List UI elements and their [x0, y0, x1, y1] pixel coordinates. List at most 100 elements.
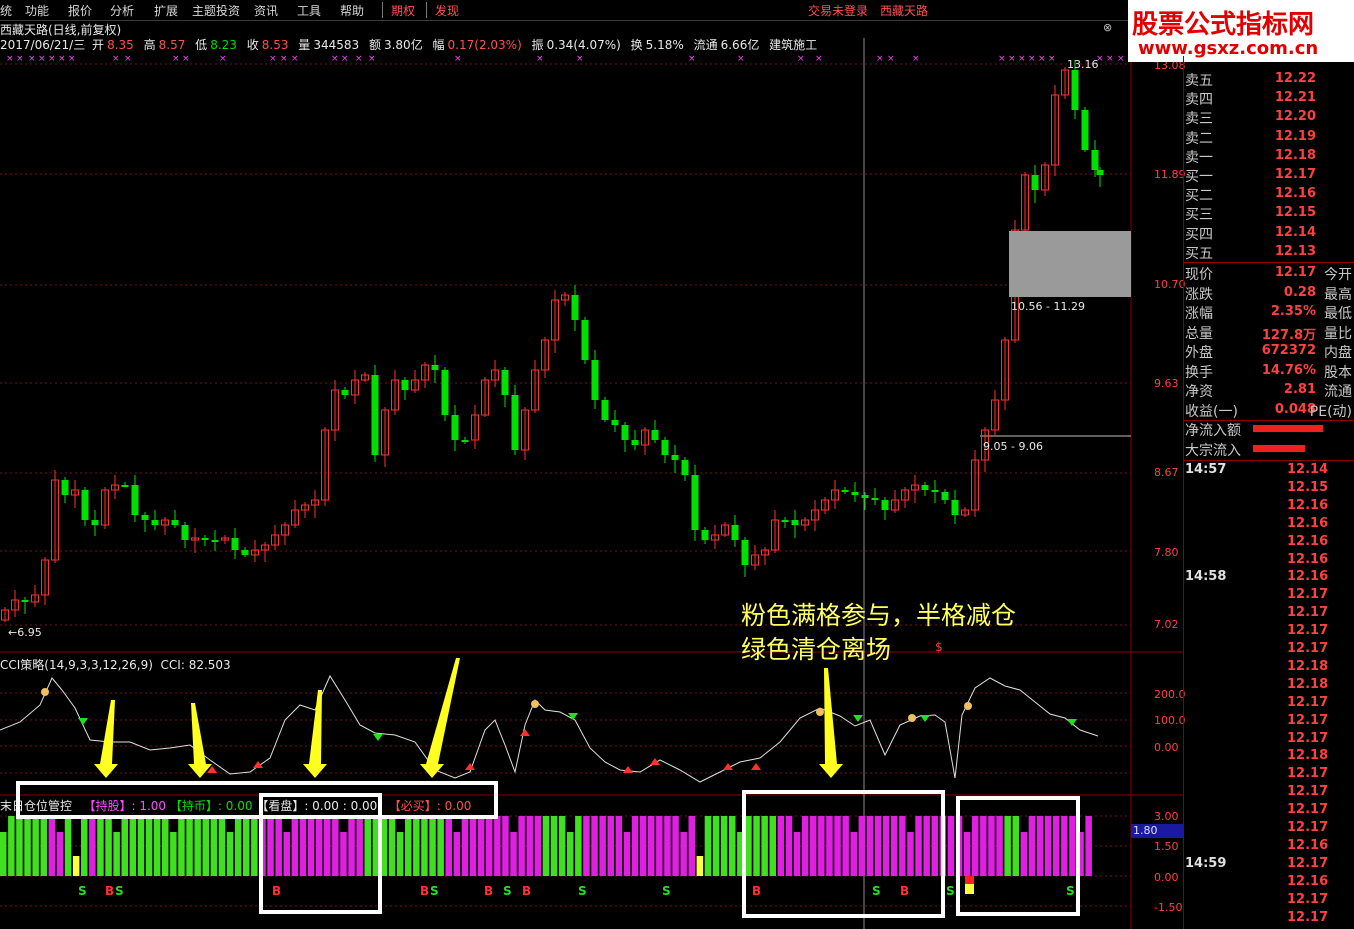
position-bar: [186, 816, 193, 876]
buy-signal: B: [420, 884, 429, 898]
stat-extra-label: 今开: [1324, 267, 1352, 283]
tick-row: 12.16: [1183, 516, 1354, 534]
candle-down: [871, 498, 879, 500]
tick-price: 12.17: [1287, 712, 1329, 728]
signal-marker: ×: [172, 54, 180, 64]
bid-row[interactable]: 买三 12.15: [1183, 204, 1354, 223]
order-level-label: 买二: [1185, 188, 1213, 205]
position-bar: [607, 816, 614, 876]
signal-marker: ×: [876, 54, 884, 64]
signal-marker: ×: [688, 54, 696, 64]
cci-tick: 100.0: [1154, 714, 1186, 727]
candle-down: [151, 520, 159, 525]
position-bar: [1085, 816, 1092, 876]
position-bar: [550, 816, 558, 876]
position-bar: [56, 832, 64, 876]
position-bar: [89, 816, 96, 876]
stat-value: 127.8万: [1261, 327, 1316, 343]
position-bar: [437, 816, 444, 876]
hand-icon: [531, 700, 539, 708]
low-price-label: ←6.95: [8, 626, 42, 639]
position-bar: [226, 832, 234, 876]
tick-price: 12.16: [1287, 551, 1329, 567]
signal-marker: ×: [737, 54, 745, 64]
tick-row: 12.17: [1183, 892, 1354, 910]
ask-row[interactable]: 卖二 12.19: [1183, 128, 1354, 147]
ask-row[interactable]: 卖五 12.22: [1183, 70, 1354, 89]
candle-down: [131, 485, 139, 515]
tick-price: 12.17: [1287, 641, 1329, 656]
position-bar: [542, 816, 550, 876]
bid-row[interactable]: 买二 12.16: [1183, 185, 1354, 204]
annotation-box-2: [742, 790, 945, 918]
position-bar: [429, 816, 436, 876]
tick-price: 12.17: [1287, 802, 1329, 818]
stat-extra-label: PE(动): [1309, 403, 1352, 420]
signal-marker: ×: [182, 54, 190, 64]
tick-row: 12.17: [1183, 605, 1354, 623]
annotation-box-1: [259, 793, 382, 914]
signal-marker: ×: [1008, 54, 1016, 64]
order-price: 12.19: [1274, 128, 1316, 144]
candle-down: [631, 440, 639, 445]
flow-label: 大宗流入: [1185, 442, 1241, 459]
signal-marker: ×: [368, 54, 376, 64]
price-tick: 7.80: [1154, 546, 1179, 559]
annotation-arrow-icon: [420, 658, 460, 778]
position-bar: [656, 816, 663, 876]
candle-down: [741, 540, 749, 565]
annotation-arrow-icon: [819, 668, 843, 778]
signal-marker: ×: [797, 54, 805, 64]
stat-extra-label: 股本: [1324, 364, 1352, 381]
sell-arrow-icon: [920, 715, 930, 722]
order-price: 12.22: [1274, 71, 1316, 86]
sell-arrow-icon: [1067, 719, 1077, 726]
bid-row[interactable]: 买四 12.14: [1183, 224, 1354, 243]
tick-price: 12.18: [1287, 658, 1329, 674]
candle-down: [431, 365, 439, 370]
signal-marker: ×: [68, 54, 76, 64]
position-tick: 0.00: [1154, 871, 1179, 884]
position-bar: [453, 832, 461, 876]
ask-row[interactable]: 卖一 12.18: [1183, 147, 1354, 166]
ask-row[interactable]: 卖三 12.20: [1183, 108, 1354, 127]
candle-down: [881, 500, 889, 510]
stat-row: 总量 127.8万 量比: [1183, 323, 1354, 343]
cci-line: [0, 674, 1099, 783]
ask-row[interactable]: 卖四 12.21: [1183, 89, 1354, 108]
tick-time: 14:59: [1185, 855, 1227, 871]
flow-row: 净流入额: [1183, 420, 1354, 439]
candle-down: [171, 520, 179, 525]
candle-down: [731, 525, 739, 540]
stat-row: 收益(一) 0.048 PE(动): [1183, 401, 1354, 420]
candle-down: [21, 600, 29, 602]
candle-down: [671, 455, 679, 460]
candle-down: [931, 490, 939, 492]
position-bar: [16, 816, 23, 876]
position-bar: [145, 816, 153, 876]
position-bar: [729, 816, 736, 876]
site-logo: 股票公式指标网 www.gsxz.com.cn: [1128, 0, 1354, 62]
position-bar: [413, 816, 420, 876]
position-bar: [388, 816, 396, 876]
candle-down: [781, 520, 789, 522]
position-bar: [129, 816, 137, 876]
candle-down: [611, 420, 619, 425]
hand-icon: [41, 688, 49, 696]
position-bar: [947, 816, 955, 876]
tick-price: 12.18: [1287, 748, 1329, 764]
stat-row: 净资 2.81 流通: [1183, 381, 1354, 400]
flow-bar: [1253, 425, 1323, 432]
tick-time: 14:58: [1185, 569, 1227, 585]
signal-marker: ×: [48, 54, 56, 64]
bid-row[interactable]: 买一 12.17: [1183, 166, 1354, 185]
annotation-box-3: [956, 796, 1080, 916]
logo-title: 股票公式指标网: [1132, 10, 1315, 40]
tick-price: 12.17: [1287, 623, 1329, 639]
order-price: 12.20: [1274, 109, 1316, 125]
position-bar: [32, 816, 39, 876]
candle-down: [921, 485, 929, 490]
tick-price: 12.17: [1287, 587, 1329, 603]
stat-value: 14.76%: [1261, 362, 1316, 378]
bid-row[interactable]: 买五 12.13: [1183, 243, 1354, 262]
